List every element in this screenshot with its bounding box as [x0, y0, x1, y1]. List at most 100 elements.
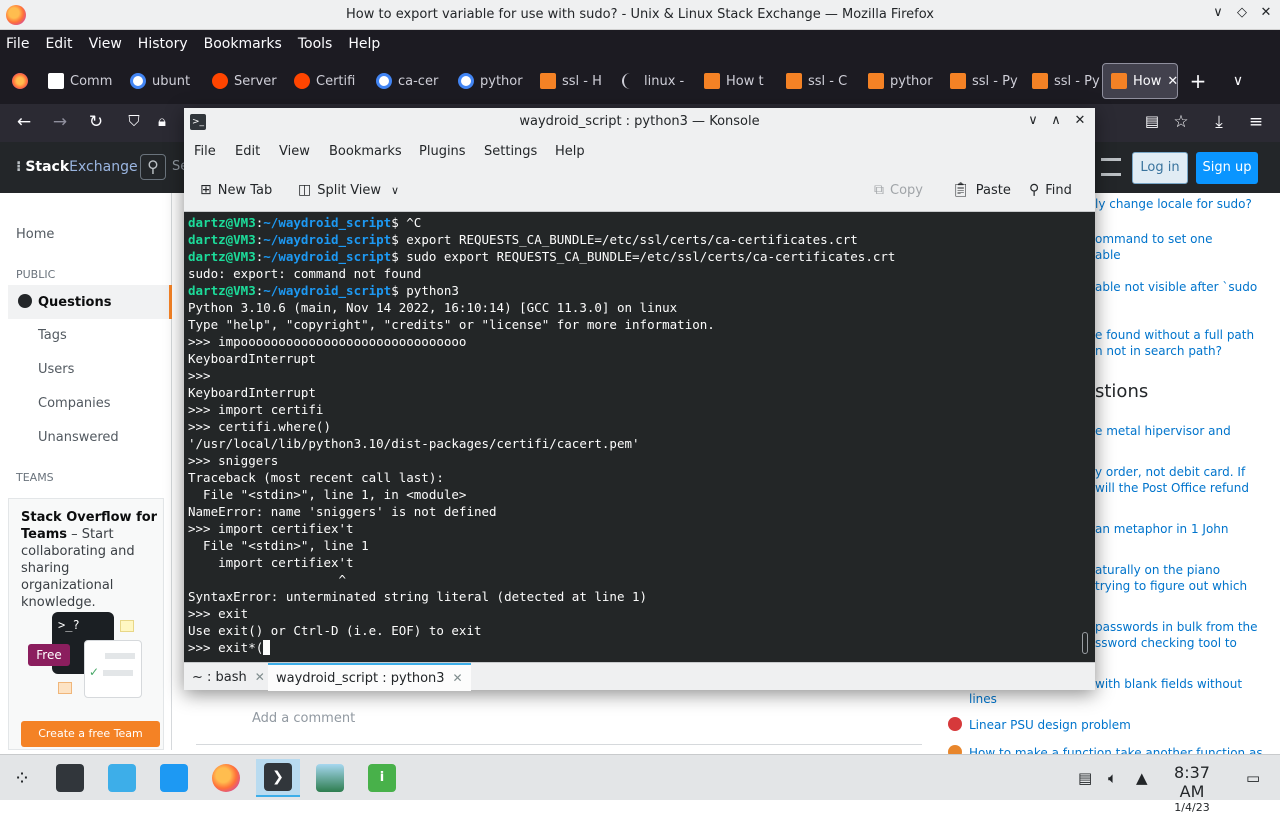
browser-tab[interactable]: ssl - H — [532, 63, 614, 99]
split-view-button[interactable]: ◫ Split View ∨ — [298, 182, 399, 198]
browser-tab[interactable]: ubunt — [122, 63, 204, 99]
browser-tab[interactable]: Comm — [40, 63, 122, 99]
konsole-menu-edit[interactable]: Edit — [235, 144, 260, 159]
sidebar-item-home[interactable]: Home — [16, 227, 54, 242]
sign-up-button[interactable]: Sign up — [1196, 152, 1258, 184]
menu-edit[interactable]: Edit — [45, 36, 72, 52]
konsole-taskbar-icon[interactable]: ❯ — [256, 759, 300, 797]
bookmark-star-icon[interactable]: ☆ — [1169, 112, 1193, 132]
browser-tab[interactable]: Certifi — [286, 63, 368, 99]
browser-tab[interactable]: pythor — [860, 63, 942, 99]
browser-tab[interactable]: linux - — [614, 63, 696, 99]
list-tabs-icon[interactable]: ∨ — [1218, 73, 1258, 89]
create-free-team-button[interactable]: Create a free Team — [21, 721, 160, 747]
sidebar-item-unanswered[interactable]: Unanswered — [38, 430, 119, 445]
hot-question-link[interactable]: y order, not debit card. If — [1095, 464, 1245, 480]
related-question-link[interactable]: able — [1095, 247, 1121, 263]
volume-icon[interactable]: 🔈︎ — [1108, 769, 1117, 787]
browser-tab[interactable]: Server — [204, 63, 286, 99]
downloads-icon[interactable]: ⤓ — [1207, 112, 1231, 132]
konsole-menu-view[interactable]: View — [279, 144, 310, 159]
related-question-link[interactable]: ommand to set one — [1095, 231, 1212, 247]
paste-button[interactable]: 📋︎ Paste — [952, 182, 1011, 198]
konsole-tab-python3[interactable]: waydroid_script : python3 ✕ — [268, 663, 471, 691]
sidebar-item-companies[interactable]: Companies — [38, 396, 111, 411]
konsole-menu-help[interactable]: Help — [555, 144, 585, 159]
sidebar-item-tags[interactable]: Tags — [38, 328, 67, 343]
browser-tab[interactable]: ssl - Py — [942, 63, 1024, 99]
clock[interactable]: 8:37 AM 1/4/23 — [1160, 763, 1224, 814]
konsole-menu-settings[interactable]: Settings — [484, 144, 537, 159]
browser-tab[interactable]: ssl - C — [778, 63, 860, 99]
reader-view-icon[interactable]: ▤ — [1140, 112, 1164, 130]
hot-question-link[interactable]: Linear PSU design problem — [969, 717, 1131, 733]
new-tab-icon[interactable]: + — [1178, 69, 1218, 93]
app-menu-icon[interactable]: ≡ — [1244, 112, 1268, 132]
minimize-icon[interactable]: ∨ — [1024, 113, 1042, 128]
site-switcher-icon[interactable] — [1101, 158, 1121, 176]
log-in-button[interactable]: Log in — [1132, 152, 1188, 184]
minimize-icon[interactable]: ∨ — [1208, 5, 1228, 20]
add-comment-link[interactable]: Add a comment — [252, 711, 355, 726]
hot-question-link[interactable]: aturally on the piano — [1095, 562, 1220, 578]
terminal-scrollbar[interactable] — [1082, 632, 1088, 654]
konsole-tab-bash[interactable]: ~ : bash ✕ — [184, 663, 273, 691]
show-desktop-icon[interactable]: ▭ — [1246, 769, 1260, 787]
new-tab-button[interactable]: ⊞ New Tab — [200, 182, 272, 198]
tracking-shield-icon[interactable]: ⛉ — [122, 112, 146, 130]
clipboard-icon[interactable]: ▤ — [1078, 769, 1092, 787]
forward-icon[interactable]: → — [48, 112, 72, 132]
reload-icon[interactable]: ↻ — [84, 112, 108, 132]
menu-view[interactable]: View — [89, 36, 122, 52]
search-icon[interactable]: ⚲ — [140, 154, 166, 180]
close-tab-icon[interactable]: ✕ — [255, 670, 265, 684]
hot-question-link[interactable]: will the Post Office refund — [1095, 480, 1249, 496]
hot-question-link[interactable]: passwords in bulk from the — [1095, 619, 1258, 635]
related-question-link[interactable]: n not in search path? — [1095, 343, 1222, 359]
related-question-link[interactable]: e found without a full path — [1095, 327, 1254, 343]
related-question-link[interactable]: ly change locale for sudo? — [1095, 196, 1252, 212]
hot-question-link[interactable]: lines — [969, 691, 997, 707]
sidebar-item-users[interactable]: Users — [38, 362, 74, 377]
menu-bookmarks[interactable]: Bookmarks — [204, 36, 282, 52]
hot-question-link[interactable]: trying to figure out which — [1095, 578, 1247, 594]
close-tab-icon[interactable]: ✕ — [1167, 74, 1177, 89]
back-icon[interactable]: ← — [12, 112, 36, 132]
maximize-icon[interactable]: ◇ — [1232, 5, 1252, 20]
dolphin-file-manager-icon[interactable] — [152, 759, 196, 797]
lock-icon[interactable]: 🔒︎ — [150, 112, 174, 130]
terminal-input-line[interactable]: >>> exit*( — [188, 639, 895, 656]
close-icon[interactable]: ✕ — [1071, 113, 1089, 128]
related-question-link[interactable]: able not visible after `sudo — [1095, 279, 1257, 295]
close-icon[interactable]: ✕ — [1256, 5, 1276, 20]
browser-tab[interactable]: ca-cer — [368, 63, 450, 99]
menu-help[interactable]: Help — [348, 36, 380, 52]
firefox-view-icon[interactable] — [0, 63, 40, 99]
browser-tab[interactable]: How t — [696, 63, 778, 99]
browser-tab[interactable]: ssl - Py — [1024, 63, 1102, 99]
menu-history[interactable]: History — [138, 36, 188, 52]
konsole-menu-bookmarks[interactable]: Bookmarks — [329, 144, 402, 159]
hot-question-link[interactable]: an metaphor in 1 John — [1095, 521, 1229, 537]
sidebar-item-questions[interactable]: Questions — [18, 294, 111, 310]
terminal-area[interactable]: dartz@VM3:~/waydroid_script$ ^C dartz@VM… — [184, 212, 1095, 662]
menu-file[interactable]: File — [6, 36, 29, 52]
copy-button[interactable]: ⧉ Copy — [874, 182, 923, 198]
konsole-menu-file[interactable]: File — [194, 144, 216, 159]
maximize-icon[interactable]: ∧ — [1047, 113, 1065, 128]
konsole-menu-plugins[interactable]: Plugins — [419, 144, 466, 159]
hot-question-link[interactable]: ssword checking tool to — [1095, 635, 1237, 651]
info-center-icon[interactable]: i — [360, 759, 404, 797]
menu-tools[interactable]: Tools — [298, 36, 333, 52]
discover-store-icon[interactable] — [100, 759, 144, 797]
browser-tab-active[interactable]: How ✕ — [1102, 63, 1178, 99]
hot-question-link[interactable]: with blank fields without — [1095, 676, 1242, 692]
find-button[interactable]: ⚲ Find — [1029, 182, 1072, 198]
se-logo[interactable]: ⁝ StackExchange — [16, 159, 138, 175]
browser-tab[interactable]: pythor — [450, 63, 532, 99]
firefox-taskbar-icon[interactable] — [204, 759, 248, 797]
tray-expand-icon[interactable]: ▲ — [1136, 769, 1148, 787]
hot-question-link[interactable]: e metal hipervisor and — [1095, 423, 1231, 439]
close-tab-icon[interactable]: ✕ — [453, 671, 463, 685]
system-settings-icon[interactable] — [48, 759, 92, 797]
